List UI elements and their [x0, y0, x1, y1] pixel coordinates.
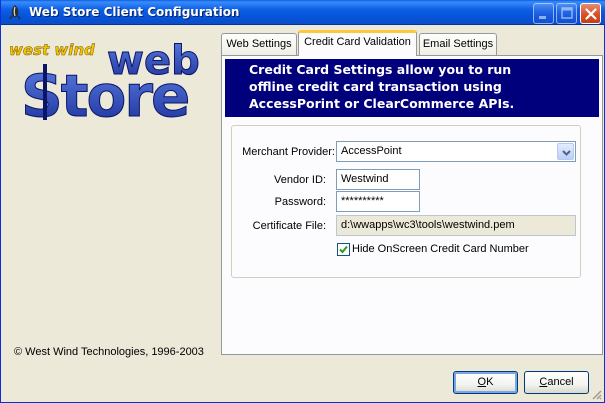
- cancel-label-rest: ancel: [547, 376, 574, 388]
- hide-cc-label[interactable]: Hide OnScreen Credit Card Number: [352, 243, 529, 255]
- west-wind-web-store-logo: west wind web Store: [9, 38, 200, 120]
- vendor-id-label: Vendor ID:: [274, 174, 326, 186]
- merchant-provider-select[interactable]: AccessPoint: [336, 141, 576, 162]
- banner-line: Credit Card Settings allow you to run: [249, 62, 512, 77]
- ok-label-rest: K: [486, 376, 494, 388]
- merchant-provider-label: Merchant Provider:: [242, 146, 335, 158]
- close-icon: [585, 8, 597, 20]
- password-input[interactable]: **********: [336, 191, 420, 212]
- maximize-button[interactable]: [556, 3, 577, 24]
- title-bar[interactable]: Web Store Client Configuration: [1, 0, 605, 25]
- ok-mnemonic: O: [477, 376, 487, 388]
- window-title: Web Store Client Configuration: [29, 5, 240, 19]
- close-button[interactable]: [580, 3, 601, 24]
- info-banner: Credit Card Settings allow you to run of…: [225, 59, 599, 117]
- credit-card-tab-panel: Credit Card Settings allow you to run of…: [221, 55, 603, 355]
- resize-grip-icon[interactable]: [590, 388, 602, 400]
- minimize-icon: [539, 16, 546, 19]
- dialog-window: Web Store Client Configuration west wind…: [0, 0, 605, 403]
- tab-web-settings[interactable]: Web Settings: [221, 33, 297, 55]
- certificate-file-input[interactable]: d:\wwapps\wc3\tools\westwind.pem: [336, 215, 576, 236]
- app-icon: [9, 5, 21, 20]
- checkmark-icon: [339, 245, 348, 254]
- certificate-file-label: Certificate File:: [252, 220, 326, 232]
- maximize-icon: [561, 7, 573, 19]
- logo-west-wind-text: west wind: [9, 41, 95, 59]
- banner-line: offline credit card transaction using: [249, 79, 502, 94]
- chevron-down-icon: [562, 150, 571, 156]
- merchant-provider-dropdown-button[interactable]: [557, 143, 574, 160]
- password-label: Password:: [274, 196, 326, 208]
- merchant-provider-value: AccessPoint: [341, 145, 402, 157]
- copyright-text: © West Wind Technologies, 1996-2003: [14, 346, 204, 358]
- tab-credit-card-validation[interactable]: Credit Card Validation: [298, 30, 417, 56]
- minimize-button[interactable]: [533, 3, 554, 24]
- banner-line: AccessPorint or ClearCommerce APIs.: [249, 96, 515, 111]
- cancel-button[interactable]: Cancel: [524, 371, 589, 394]
- merchant-settings-group: Merchant Provider: AccessPoint Vendor ID…: [231, 125, 581, 278]
- ok-button[interactable]: OK: [453, 371, 518, 394]
- tab-email-settings[interactable]: Email Settings: [419, 33, 497, 55]
- hide-cc-checkbox[interactable]: [337, 243, 350, 256]
- vendor-id-input[interactable]: Westwind: [336, 169, 420, 190]
